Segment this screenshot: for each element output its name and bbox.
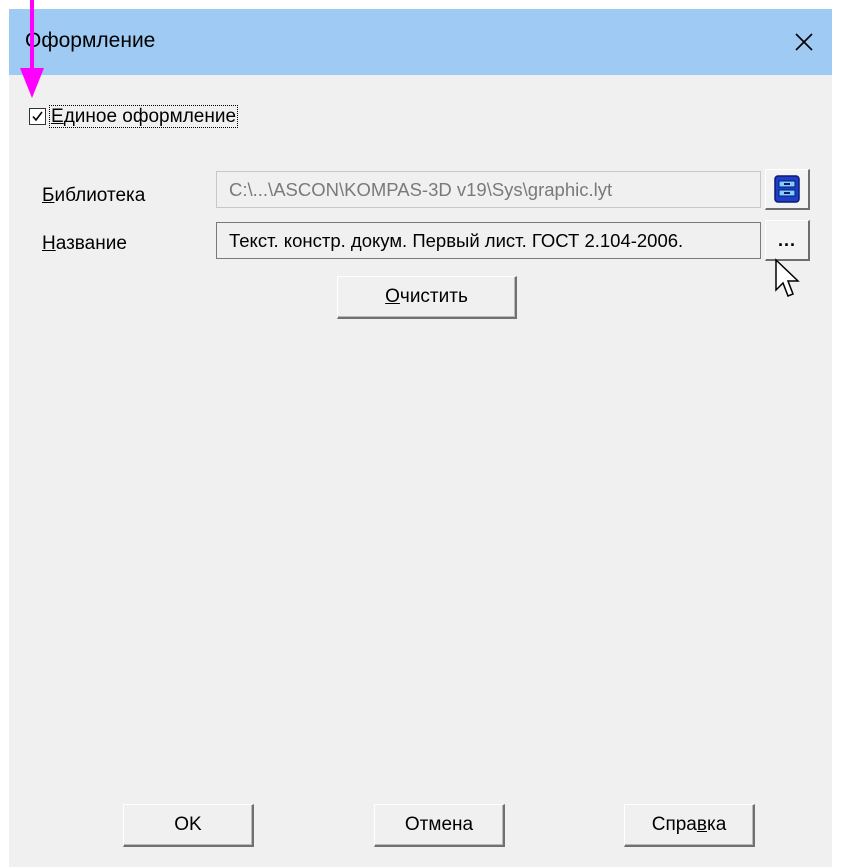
unified-style-checkbox[interactable] — [29, 108, 46, 125]
close-button[interactable] — [776, 9, 832, 75]
cancel-button[interactable]: Отмена — [374, 804, 505, 847]
name-label: Название — [42, 233, 127, 254]
library-icon — [774, 175, 800, 203]
clear-button[interactable]: Очистить — [337, 276, 517, 319]
unified-style-label[interactable]: Единое оформление — [49, 105, 239, 128]
name-field[interactable]: Текст. констр. докум. Первый лист. ГОСТ … — [216, 222, 761, 259]
library-label: Библиотека — [42, 185, 146, 206]
unified-style-checkbox-row[interactable]: Единое оформление — [29, 105, 239, 128]
close-icon — [795, 33, 813, 51]
title-bar[interactable]: Оформление — [9, 9, 832, 75]
library-browse-button[interactable] — [765, 169, 810, 210]
library-path-field: C:\...\ASCON\KOMPAS-3D v19\Sys\graphic.l… — [216, 171, 761, 208]
name-browse-button[interactable]: ... — [765, 220, 810, 261]
checkmark-icon — [32, 111, 43, 122]
dialog-window: Оформление Единое оформление Библиотека … — [9, 9, 832, 867]
mouse-cursor-icon — [775, 258, 800, 297]
help-button[interactable]: Спра в ка — [624, 804, 755, 847]
magenta-down-arrow-icon — [20, 0, 44, 98]
ok-button[interactable]: OK — [123, 804, 254, 847]
dialog-title: Оформление — [25, 29, 156, 52]
